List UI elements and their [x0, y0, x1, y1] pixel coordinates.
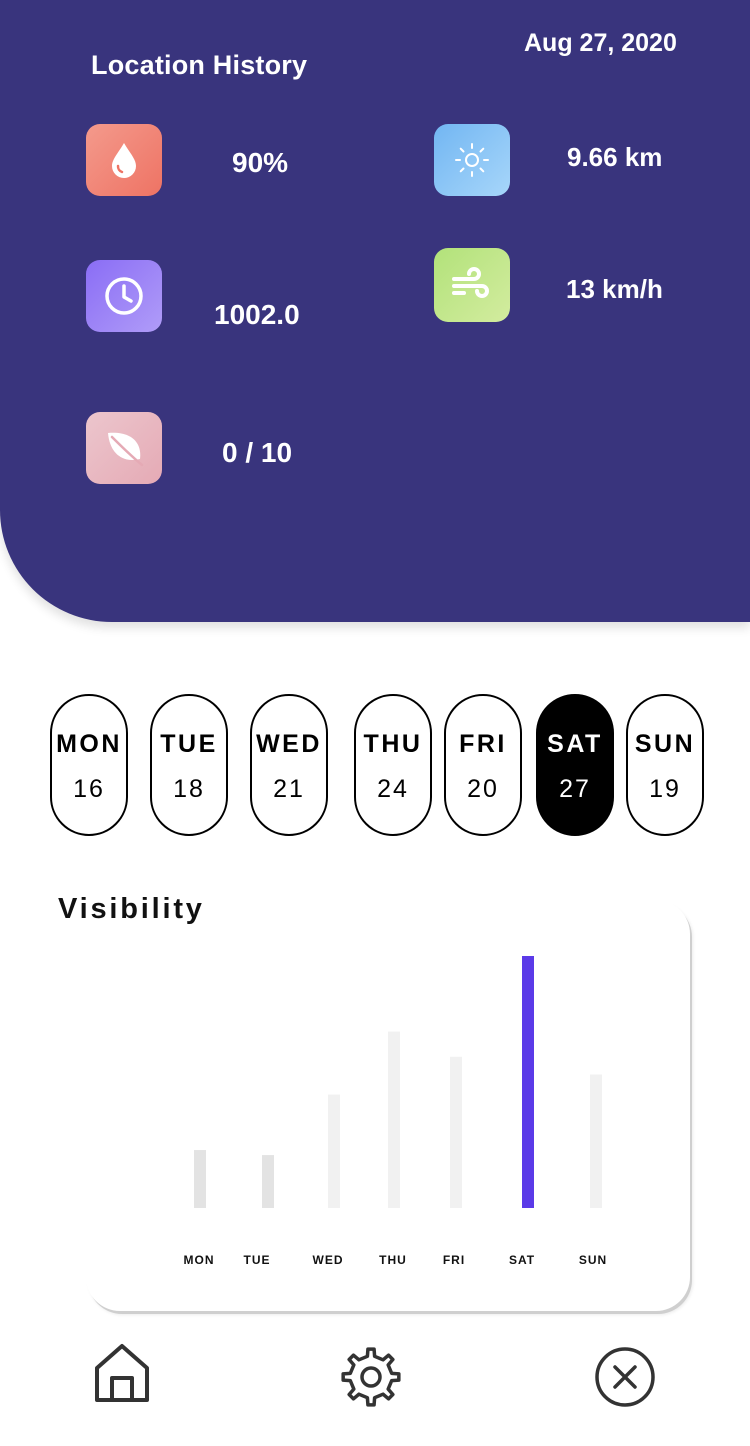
gear-icon [341, 1347, 401, 1407]
home-button[interactable] [92, 1342, 152, 1409]
chart-bar-thu [388, 1031, 400, 1208]
chart-x-tick-label: SAT [509, 1253, 535, 1267]
chart-bar-fri [450, 1056, 462, 1208]
chart-x-tick-label: THU [379, 1253, 407, 1267]
close-button[interactable] [594, 1346, 656, 1413]
close-circle-icon [595, 1347, 655, 1407]
chart-x-tick-label: SUN [579, 1253, 607, 1267]
home-icon [95, 1344, 149, 1402]
chart-bar-wed [328, 1094, 340, 1208]
chart-x-tick-label: FRI [443, 1253, 465, 1267]
settings-button[interactable] [340, 1346, 402, 1413]
chart-bar-tue [262, 1155, 274, 1208]
visibility-bar-chart: MON TUE WED THU FRI SAT SUN [184, 956, 607, 1267]
chart-bar-sat [522, 956, 534, 1208]
chart-x-tick-label: WED [313, 1253, 344, 1267]
chart-x-tick-label: TUE [244, 1253, 271, 1267]
chart-bar-sun [590, 1074, 602, 1208]
chart-bar-mon [194, 1150, 206, 1208]
chart-x-tick-label: MON [184, 1253, 215, 1267]
